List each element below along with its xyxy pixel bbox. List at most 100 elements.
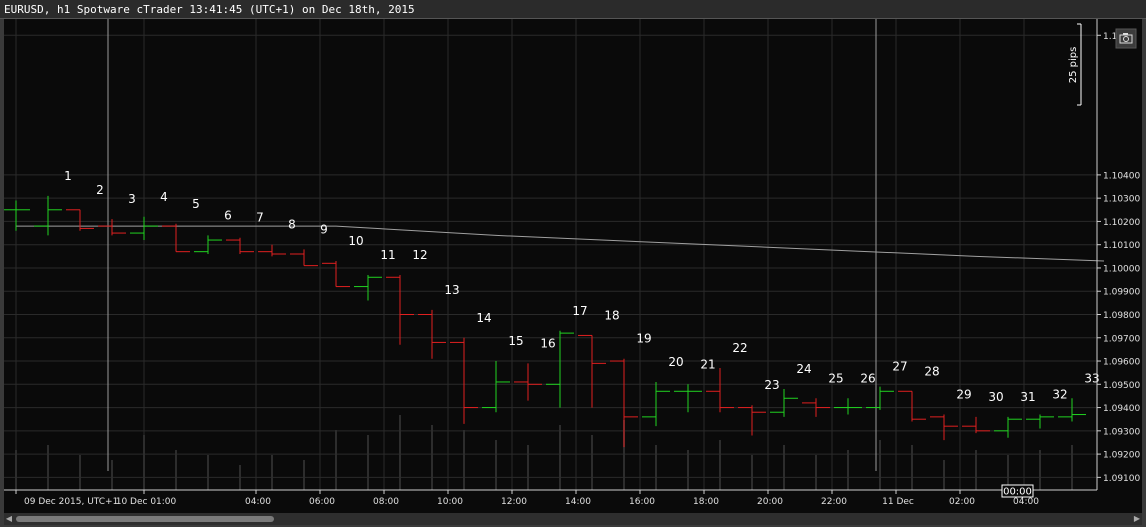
bar-number-label: 28 (924, 364, 939, 378)
bar-number-label: 27 (892, 360, 907, 374)
time-tick-label: 11 Dec (882, 497, 914, 507)
bar-number-label: 7 (256, 211, 264, 225)
ohlc-bar (706, 368, 734, 413)
bar-number-labels: 123 4 56 7 8 91011 12131415 1617 181920 212223242… (64, 169, 1099, 404)
time-tick-label: 02:00 (949, 497, 975, 507)
ohlc-bar (290, 249, 318, 267)
pip-scale-label: 25 pips (1068, 47, 1079, 84)
ohlc-bar (930, 414, 958, 441)
price-tick-label: 1.10100 (1103, 241, 1140, 251)
price-tick-label: 1.09300 (1103, 427, 1140, 437)
ohlc-bar (482, 361, 510, 413)
time-tick-label: 12:00 (501, 497, 527, 507)
time-tick-label: 10:00 (437, 497, 463, 507)
ohlc-bar (610, 358, 638, 448)
ohlc-bar (770, 388, 798, 417)
cursor-time-marker: 00:00 (1001, 484, 1034, 498)
time-tick-label: 04:00 (1013, 497, 1039, 507)
time-tick-label: 14:00 (565, 497, 591, 507)
time-tick-label: 18:00 (693, 497, 719, 507)
ohlc-bar (418, 309, 446, 359)
bar-number-label: 12 (412, 248, 427, 262)
chart-area[interactable]: 1 2 3 4 5 6 7 8 9 10 11 12 13 14 15 16 17 18 19 20 21 22 23 24 2… (2, 19, 1142, 513)
price-tick-label: 1.10300 (1103, 195, 1140, 205)
pip-scale: 25 pips (1068, 23, 1082, 106)
price-tick-label: 1.09700 (1103, 334, 1140, 344)
time-tick-label: 10 Dec 01:00 (116, 497, 177, 507)
ohlc-bar (866, 386, 894, 410)
bar-number-label: 17 (572, 304, 587, 318)
ohlc-bar (578, 334, 606, 408)
price-tick-label: 1.09100 (1103, 474, 1140, 484)
price-tick-label: 1.09400 (1103, 404, 1140, 414)
horizontal-scrollbar[interactable]: ◀ ▶ (4, 513, 1142, 525)
ohlc-bar (130, 216, 158, 241)
time-tick-label: 22:00 (821, 497, 847, 507)
price-tick-label: 1.09600 (1103, 358, 1140, 368)
bar-number-label: 13 (444, 283, 459, 297)
bar-number-label: 32 (1052, 388, 1067, 402)
ohlc-bar (642, 381, 670, 427)
bar-number-label: 2 (96, 183, 104, 197)
ohlc-bars (2, 195, 1086, 448)
ohlc-bar (162, 223, 190, 253)
ohlc-bar (834, 398, 862, 415)
price-tick-label: 1.09500 (1103, 381, 1140, 391)
time-tick-label: 08:00 (373, 497, 399, 507)
time-tick-label: 16:00 (629, 497, 655, 507)
bar-number-label: 4 (160, 190, 168, 204)
scroll-left-arrow-icon[interactable]: ◀ (4, 513, 14, 525)
bar-number-label: 5 (192, 197, 200, 211)
scroll-right-arrow-icon[interactable]: ▶ (1132, 513, 1142, 525)
time-tick-label: 20:00 (757, 497, 783, 507)
snapshot-button[interactable] (1115, 28, 1137, 49)
price-tick-label: 1.09800 (1103, 311, 1140, 321)
bar-number-label: 16 (540, 336, 555, 350)
price-tick-label: 1.09900 (1103, 288, 1140, 298)
bar-number-label: 6 (224, 208, 232, 222)
cursor-time-label: 00:00 (1003, 487, 1032, 498)
bar-number-label: 20 (668, 355, 683, 369)
bar-number-label: 24 (796, 362, 811, 376)
bar-number-label: 21 (700, 357, 715, 371)
ohlc-bar (898, 390, 926, 422)
ohlc-bar (34, 195, 62, 236)
ohlc-bar (322, 260, 350, 288)
ohlc-bar (66, 209, 94, 231)
moving-average-line (16, 225, 1105, 262)
bar-number-label: 29 (956, 388, 971, 402)
bar-number-label: 22 (732, 341, 747, 355)
volume-bars (15, 415, 1073, 490)
price-axis[interactable]: 1.101.104001.103001.102001.101001.100001… (1096, 19, 1140, 490)
price-tick-label: 1.09200 (1103, 451, 1140, 461)
bar-number-label: 15 (508, 334, 523, 348)
bar-number-label: 30 (988, 390, 1003, 404)
bar-number-label: 25 (828, 371, 843, 385)
scroll-thumb[interactable] (16, 516, 274, 522)
price-tick-label: 1.10200 (1103, 218, 1140, 228)
ohlc-bar (1026, 414, 1054, 429)
ohlc-bar (258, 244, 286, 257)
ohlc-bar (386, 274, 414, 345)
ohlc-bar (226, 237, 254, 254)
ohlc-bar (994, 416, 1022, 438)
price-tick-label: 1.10000 (1103, 264, 1140, 274)
ohlc-bar (354, 274, 382, 301)
bar-number-label: 11 (380, 248, 395, 262)
price-tick-label: 1.10400 (1103, 171, 1140, 181)
time-tick-label: 09 Dec 2015, UTC+1 (24, 497, 118, 507)
time-tick-label: 04:00 (245, 497, 271, 507)
bar-number-label: 1 (64, 169, 72, 183)
bar-number-label: 26 (860, 371, 875, 385)
price-chart[interactable]: 123 4 56 7 8 91011 12131415 1617 181920 212223242… (2, 19, 1142, 513)
time-axis[interactable]: 09 Dec 2015, UTC+110 Dec 01:00 04:00 06:00… (4, 489, 1097, 507)
bar-number-label: 3 (128, 192, 136, 206)
ohlc-bar (1058, 398, 1086, 422)
bar-number-label: 14 (476, 311, 491, 325)
bar-number-label: 23 (764, 378, 779, 392)
time-tick-label: 06:00 (309, 497, 335, 507)
bar-number-label: 8 (288, 218, 296, 232)
bar-number-label: 18 (604, 308, 619, 322)
bar-number-label: 31 (1020, 390, 1035, 404)
bar-number-label: 10 (348, 234, 363, 248)
